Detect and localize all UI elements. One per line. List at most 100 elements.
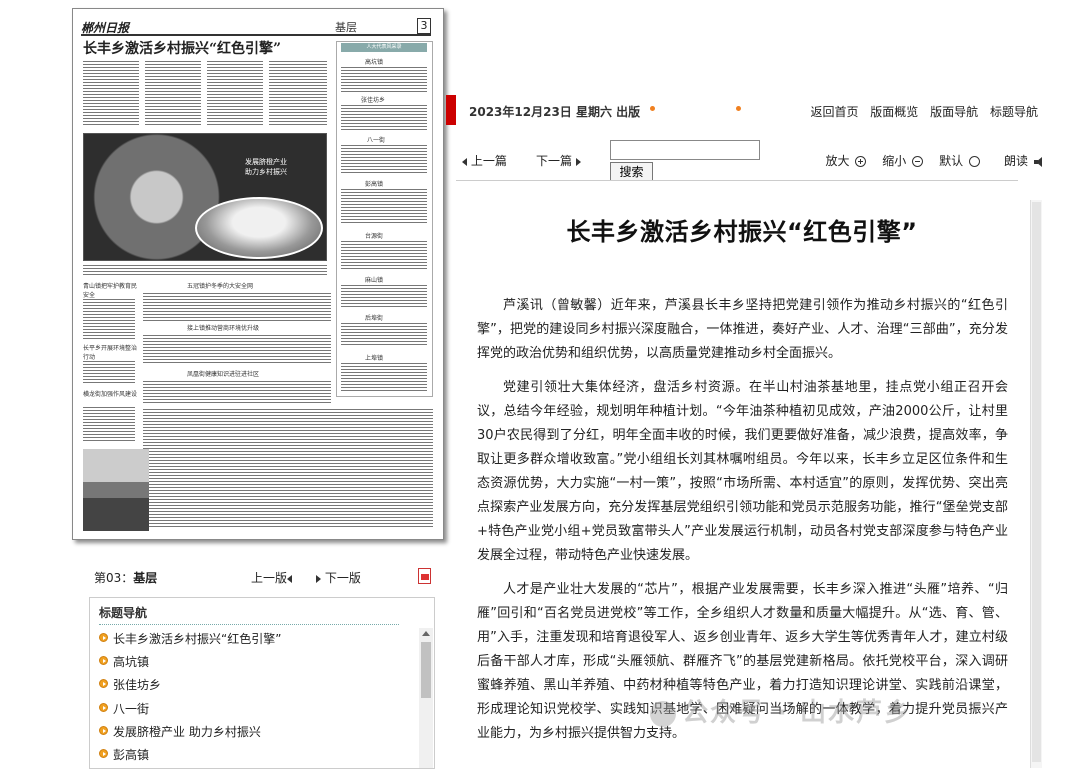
thumb-story-head[interactable]: 凤凰街健康知识进驻进社区 [187, 369, 259, 378]
article-paragraph: 党建引领壮大集体经济，盘活乡村资源。在半山村油茶基地里，挂点党小组正召开会议，总… [477, 380, 1008, 563]
bullet-arrow-icon [99, 725, 108, 735]
divider [99, 624, 399, 625]
nav-item[interactable]: 高坑镇 [99, 653, 281, 676]
thumb-photo-caption: 发展脐橙产业 助力乡村振兴 [245, 158, 287, 176]
scroll-thumb[interactable] [421, 642, 431, 698]
title-navigation-panel: 标题导航 长丰乡激活乡村振兴“红色引擎” 高坑镇 张佳坊乡 八一街 发展脐橙产业… [89, 597, 435, 769]
prev-article-link[interactable]: 上一篇 [462, 152, 507, 169]
watermark: 公众号 · 山水芦乡 [650, 692, 912, 729]
thumb-story-head[interactable]: 接上镇推动营商环境优升级 [187, 323, 259, 332]
title-nav-link[interactable]: 标题导航 [990, 105, 1038, 119]
thumb-text-block [341, 285, 427, 309]
thumb-text-block [83, 299, 135, 339]
thumb-headline[interactable]: 长丰乡激活乡村振兴“红色引擎” [83, 38, 281, 58]
bullet-arrow-icon [99, 633, 108, 642]
thumb-page-number: 3 [417, 18, 431, 34]
nav-scrollbar[interactable] [419, 628, 433, 768]
thumb-text-block [341, 105, 427, 131]
thumb-text-block [341, 189, 427, 223]
top-bar: 2023年12月23日 星期六 出版 返回首页 版面概览 版面导航 标题导航 [456, 95, 1048, 125]
next-page-link[interactable]: 下一版 [316, 569, 361, 586]
thumb-photo-village[interactable] [83, 449, 149, 531]
thumb-top-rule [81, 34, 431, 36]
article-paragraph: 芦溪讯（曾敏馨）近年来，芦溪县长丰乡坚持把党建引领作为推动乡村振兴的“红色引擎”… [477, 298, 1008, 361]
arrow-left-icon [287, 574, 293, 583]
thumb-text-block [83, 361, 135, 385]
bullet-arrow-icon [99, 748, 108, 758]
thumb-sidebar-header: 人大代表风采录 [341, 43, 427, 52]
thumb-town-label[interactable]: 后埠街 [365, 313, 383, 322]
thumb-text-block [145, 61, 201, 127]
wechat-icon [650, 700, 676, 727]
thumb-story-head[interactable]: 横龙街加强作风建设 [83, 389, 139, 398]
article-toolbar: 上一篇 下一篇 搜索 放大 缩小 默认 朗读 [456, 140, 1048, 181]
search-button[interactable]: 搜索 [610, 162, 653, 181]
thumb-town-label[interactable]: 张佳坊乡 [361, 95, 385, 104]
accent-bar [446, 95, 456, 125]
divider [456, 180, 1018, 181]
scroll-up-icon[interactable] [422, 631, 430, 636]
thumb-text-block [143, 409, 433, 529]
thumb-text-block [143, 335, 331, 365]
title-navigation-heading: 标题导航 [99, 606, 148, 620]
top-links: 返回首页 版面概览 版面导航 标题导航 [802, 103, 1038, 120]
thumb-text-block [143, 293, 331, 321]
thumb-text-block [83, 265, 327, 275]
dot-icon [736, 106, 741, 111]
thumb-story-head[interactable]: 长平乡开展环境整治行动 [83, 343, 139, 361]
thumb-photo-oval [195, 197, 323, 259]
arrow-left-icon [462, 157, 467, 166]
bullet-arrow-icon [99, 702, 108, 712]
issue-date: 2023年12月23日 星期六 出版 [469, 105, 641, 119]
thumb-town-label[interactable]: 彭高镇 [365, 179, 383, 188]
nav-item[interactable]: 长丰乡激活乡村振兴“红色引擎” [99, 630, 281, 653]
newspaper-page-thumbnail[interactable]: 郴州日报 基层 3 长丰乡激活乡村振兴“红色引擎” 发展脐橙产业 助力乡村振兴 … [72, 8, 444, 540]
thumb-text-block [269, 61, 327, 127]
thumb-text-block [83, 61, 139, 127]
read-aloud-button[interactable]: 朗读 [998, 154, 1044, 168]
search-input[interactable] [610, 140, 760, 160]
zoom-in-icon [855, 156, 867, 167]
next-article-link[interactable]: 下一篇 [536, 152, 581, 169]
thumb-text-block [83, 407, 135, 443]
pdf-icon[interactable] [418, 568, 431, 584]
page-pager: 第03：基层 上一版 下一版 [94, 568, 434, 587]
arrow-right-icon [575, 157, 581, 166]
nav-item[interactable]: 发展脐橙产业 助力乡村振兴 [99, 723, 281, 746]
thumb-text-block [341, 145, 427, 173]
arrow-right-icon [316, 574, 321, 583]
prev-page-link[interactable]: 上一版 [251, 569, 293, 586]
speaker-icon [1034, 156, 1044, 167]
nav-item[interactable]: 彭高镇 [99, 746, 281, 769]
thumb-section-name: 基层 [335, 21, 357, 34]
thumb-town-label[interactable]: 上埠镇 [365, 353, 383, 362]
zoom-in-button[interactable]: 放大 [819, 154, 867, 168]
thumb-text-block [341, 323, 427, 347]
nav-item[interactable]: 张佳坊乡 [99, 676, 281, 699]
thumb-text-block [341, 241, 427, 271]
zoom-out-button[interactable]: 缩小 [876, 154, 924, 168]
thumb-text-block [341, 363, 427, 391]
scroll-thumb[interactable] [1032, 202, 1041, 762]
thumb-text-block [341, 67, 427, 93]
zoom-out-icon [912, 156, 924, 167]
bullet-arrow-icon [99, 656, 108, 666]
thumb-town-label[interactable]: 台源街 [365, 231, 383, 240]
thumb-story-head[interactable]: 青山镇把牢护教育民安全 [83, 281, 139, 299]
thumb-text-block [143, 381, 331, 405]
thumb-text-block [207, 61, 263, 127]
overview-link[interactable]: 版面概览 [870, 105, 918, 119]
thumb-town-label[interactable]: 麻山镇 [365, 275, 383, 284]
zoom-controls: 放大 缩小 默认 朗读 [813, 152, 1044, 169]
home-link[interactable]: 返回首页 [810, 105, 858, 119]
thumb-town-label[interactable]: 八一街 [367, 135, 385, 144]
default-circle-icon [969, 156, 981, 167]
thumb-town-label[interactable]: 高坑镇 [365, 57, 383, 66]
thumb-story-head[interactable]: 五冠镇护冬季的大安全网 [187, 281, 253, 290]
dot-icon [650, 106, 655, 111]
current-page-label: 第03：基层 [94, 571, 158, 585]
article-scrollbar[interactable] [1030, 200, 1042, 768]
nav-item[interactable]: 八一街 [99, 700, 281, 723]
page-nav-link[interactable]: 版面导航 [930, 105, 978, 119]
default-size-button[interactable]: 默认 [933, 154, 981, 168]
